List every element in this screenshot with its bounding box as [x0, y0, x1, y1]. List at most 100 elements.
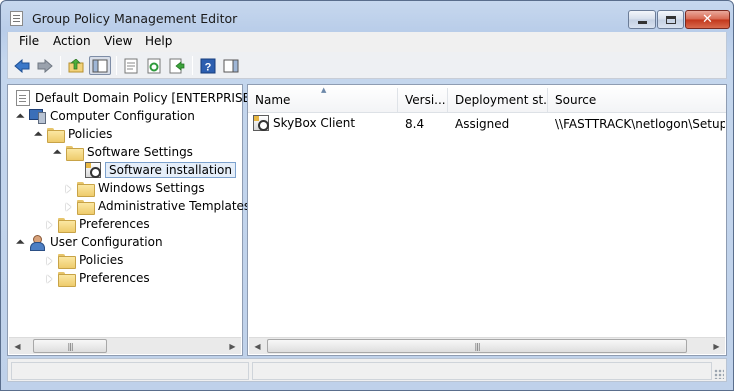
refresh-icon	[147, 58, 161, 73]
up-one-level-button[interactable]	[66, 56, 86, 75]
scroll-left-icon[interactable]: ◀	[249, 338, 266, 355]
maximize-icon	[665, 15, 676, 24]
menu-help[interactable]: Help	[145, 34, 172, 48]
details-horizontal-scrollbar[interactable]: ◀ ||| ▶	[249, 337, 725, 354]
toolbar-separator	[116, 56, 117, 75]
computer-icon	[29, 109, 46, 124]
status-segment	[11, 362, 249, 380]
scroll-thumb[interactable]: |||	[33, 339, 107, 353]
forward-button[interactable]	[35, 56, 55, 75]
list-cell-deployment-state: Assigned	[455, 117, 510, 131]
gpme-app-icon[interactable]	[10, 11, 23, 26]
up-folder-icon	[68, 58, 84, 72]
folder-icon	[77, 199, 95, 215]
menu-file[interactable]: File	[19, 34, 39, 48]
scroll-right-icon[interactable]: ▶	[708, 338, 725, 355]
collapse-arrow-icon[interactable]	[16, 112, 25, 121]
tree-node-software-installation[interactable]: Software installation	[85, 161, 236, 179]
expand-arrow-icon[interactable]	[45, 220, 54, 229]
tree-node-preferences[interactable]: Preferences	[45, 215, 150, 233]
refresh-button[interactable]	[144, 56, 164, 75]
toolbar-separator	[60, 56, 61, 75]
status-segment	[252, 362, 712, 380]
tree-label-preferences: Preferences	[79, 217, 150, 231]
collapse-arrow-icon[interactable]	[34, 130, 43, 139]
expand-arrow-icon[interactable]	[64, 184, 73, 193]
column-header-deployment-state[interactable]: Deployment st...	[448, 88, 548, 112]
show-hide-console-tree-icon	[92, 59, 108, 72]
msi-package-icon	[253, 115, 269, 131]
console-tree-pane[interactable]: Default Domain Policy [ENTERPRISE2.F Com…	[7, 84, 269, 356]
properties-icon	[124, 58, 138, 73]
window-title: Group Policy Management Editor	[32, 11, 238, 26]
back-arrow-icon	[14, 58, 30, 73]
help-button[interactable]: ?	[198, 56, 218, 75]
menu-action[interactable]: Action	[53, 34, 91, 48]
menu-view[interactable]: View	[104, 34, 132, 48]
tree-node-user-preferences[interactable]: Preferences	[45, 269, 150, 287]
tree-label-software-installation: Software installation	[105, 162, 236, 178]
expand-arrow-icon[interactable]	[45, 274, 54, 283]
app-window: Group Policy Management Editor ✕ File Ac…	[0, 0, 734, 391]
back-button[interactable]	[12, 56, 32, 75]
close-button[interactable]: ✕	[685, 10, 730, 29]
folder-icon	[47, 127, 65, 143]
tree-node-policies[interactable]: Policies	[34, 125, 112, 143]
folder-icon	[58, 217, 76, 233]
tree-node-user-policies[interactable]: Policies	[45, 251, 123, 269]
tree-node-root[interactable]: Default Domain Policy [ENTERPRISE2.F	[16, 89, 269, 107]
tree-node-computer-configuration[interactable]: Computer Configuration	[16, 107, 195, 125]
tree-node-software-settings[interactable]: Software Settings	[53, 143, 193, 161]
toolbar: ?	[7, 52, 727, 79]
status-bar	[7, 358, 727, 382]
forward-arrow-icon	[37, 58, 53, 73]
collapse-arrow-icon[interactable]	[53, 148, 62, 157]
title-bar[interactable]: Group Policy Management Editor ✕	[1, 1, 733, 32]
tree-label-root: Default Domain Policy [ENTERPRISE2.F	[35, 91, 269, 105]
expand-arrow-icon[interactable]	[45, 256, 54, 265]
tree-horizontal-scrollbar[interactable]: ◀ ||| ▶	[9, 337, 241, 354]
maximize-button[interactable]	[657, 10, 684, 29]
folder-icon	[66, 145, 84, 161]
tree-node-windows-settings[interactable]: Windows Settings	[64, 179, 205, 197]
expand-arrow-icon[interactable]	[64, 202, 73, 211]
list-cell-name[interactable]: SkyBox Client	[253, 115, 355, 131]
grip-icon: |||	[474, 341, 480, 351]
tree-label-computer-configuration: Computer Configuration	[50, 109, 195, 123]
column-header-version[interactable]: Versi...	[398, 88, 448, 112]
tree-label-software-settings: Software Settings	[87, 145, 193, 159]
package-name: SkyBox Client	[273, 116, 356, 130]
resize-grip-icon[interactable]	[714, 369, 724, 379]
scroll-thumb[interactable]: |||	[267, 339, 687, 353]
svg-text:?: ?	[205, 61, 212, 73]
grip-icon: |||	[67, 341, 73, 351]
tree-label-policies: Policies	[68, 127, 113, 141]
list-cell-version: 8.4	[405, 117, 425, 131]
tree-label-administrative-templates: Administrative Templates: P	[98, 199, 266, 213]
policy-document-icon	[16, 90, 30, 106]
export-list-icon	[169, 58, 185, 73]
minimize-icon	[637, 21, 647, 24]
user-icon	[29, 234, 45, 251]
tree-node-administrative-templates[interactable]: Administrative Templates: P	[64, 197, 265, 215]
show-hide-action-pane-icon	[223, 59, 239, 72]
properties-button[interactable]	[121, 56, 141, 75]
scroll-right-icon[interactable]: ▶	[224, 338, 241, 355]
column-header-row: ▲ Name Versi... Deployment st... Source	[248, 85, 726, 113]
tree-label-windows-settings: Windows Settings	[98, 181, 205, 195]
help-icon: ?	[200, 58, 216, 73]
close-icon: ✕	[702, 12, 713, 27]
column-header-name[interactable]: Name	[248, 88, 398, 112]
folder-icon	[77, 181, 95, 197]
show-hide-action-pane-button[interactable]	[221, 56, 241, 75]
list-cell-source: \\FASTTRACK\netlogon\Setup.l	[555, 117, 725, 131]
details-pane[interactable]: ▲ Name Versi... Deployment st... Source …	[247, 84, 727, 356]
tree-node-user-configuration[interactable]: User Configuration	[16, 233, 163, 251]
column-header-source[interactable]: Source	[548, 88, 726, 112]
tree-label-user-preferences: Preferences	[79, 271, 150, 285]
show-hide-console-tree-button[interactable]	[89, 56, 111, 75]
export-list-button[interactable]	[167, 56, 187, 75]
collapse-arrow-icon[interactable]	[16, 238, 25, 247]
minimize-button[interactable]	[628, 10, 656, 29]
scroll-left-icon[interactable]: ◀	[9, 338, 26, 355]
